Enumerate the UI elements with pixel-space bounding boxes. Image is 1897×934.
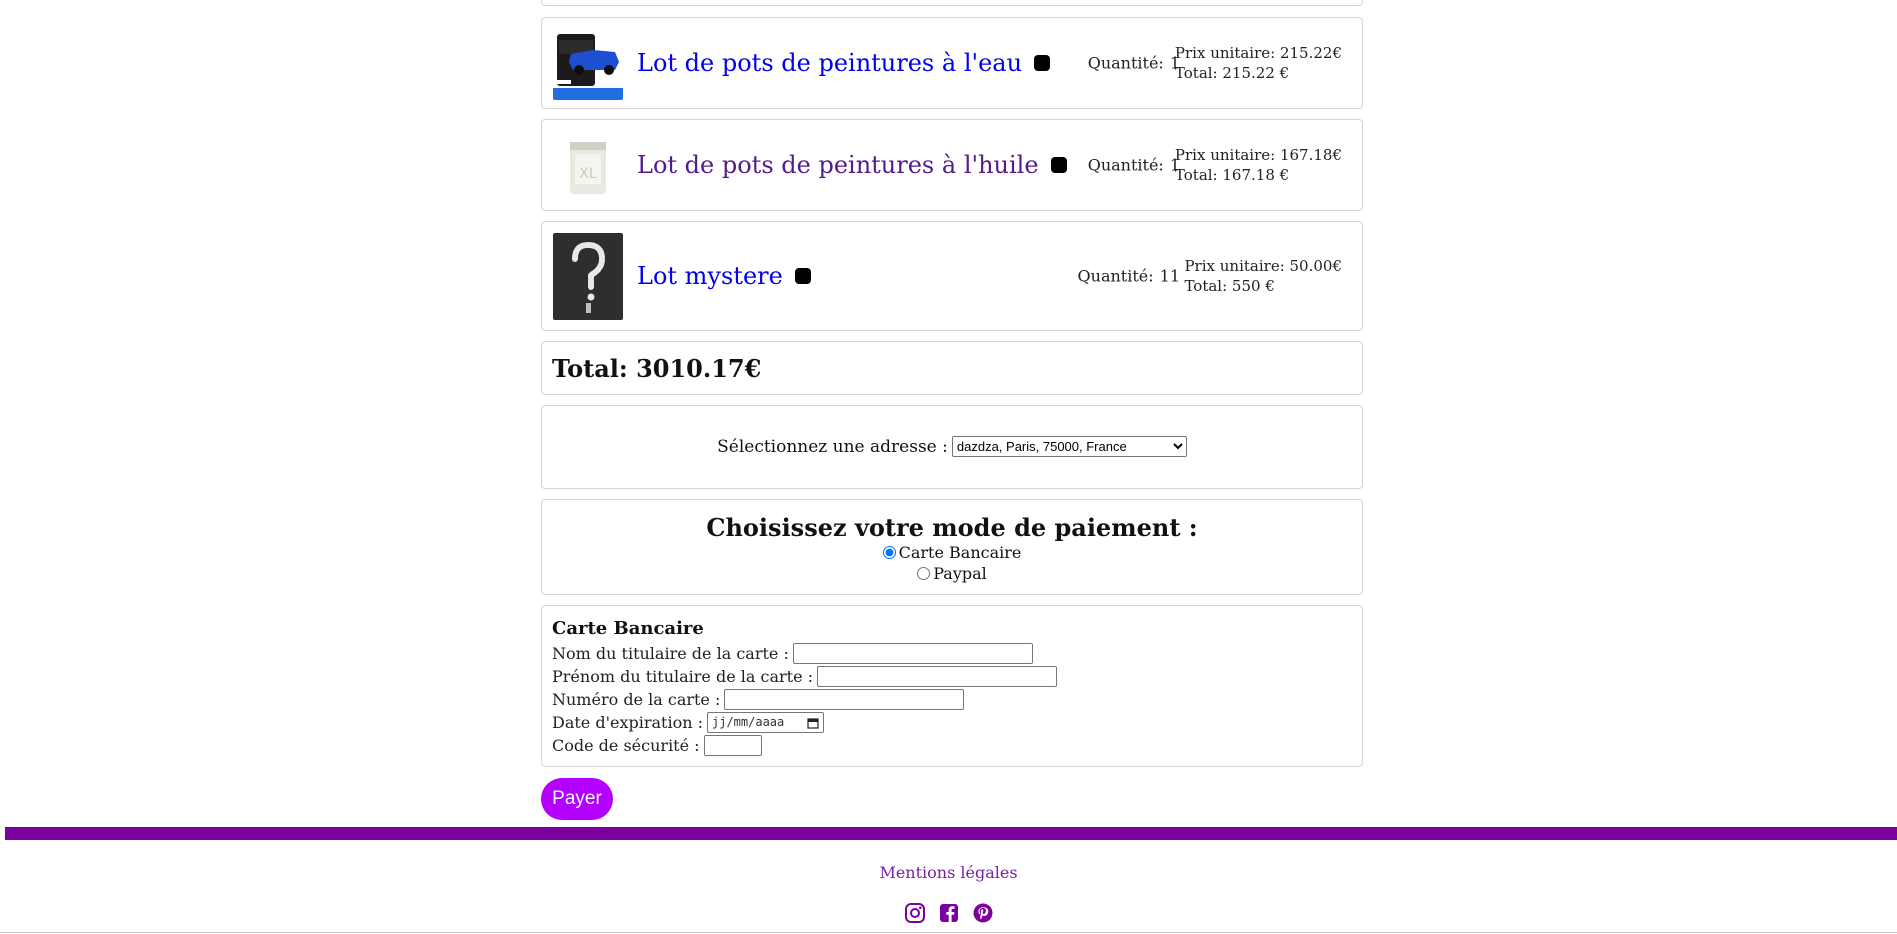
quantity: Quantité: 1 <box>1088 54 1180 73</box>
card-form: Carte Bancaire Nom du titulaire de la ca… <box>541 605 1363 767</box>
unit-price: Prix unitaire: 50.00€ <box>1184 257 1342 275</box>
security-code-label: Code de sécurité : <box>552 736 700 755</box>
legal-mentions-link[interactable]: Mentions légales <box>0 863 1897 882</box>
remove-item-button[interactable] <box>1050 157 1067 173</box>
product-image[interactable]: XL <box>553 132 623 202</box>
holder-firstname-label: Prénom du titulaire de la carte : <box>552 667 814 686</box>
card-form-title: Carte Bancaire <box>552 618 704 639</box>
quantity-label: Quantité: <box>1087 53 1164 73</box>
item-total: Total: 167.18 € <box>1174 166 1290 184</box>
product-image[interactable] <box>553 233 623 320</box>
previous-cart-item <box>541 0 1363 6</box>
page-bottom-border <box>0 932 1897 933</box>
expiry-date-field[interactable]: jj/mm/aaaa <box>707 712 824 733</box>
holder-name-label: Nom du titulaire de la carte : <box>552 644 789 663</box>
cart-total-card: Total: 3010.17€ <box>541 341 1363 395</box>
address-select[interactable]: dazdza, Paris, 75000, France <box>951 436 1187 457</box>
card-number-label: Numéro de la carte : <box>552 690 721 709</box>
facebook-icon[interactable] <box>937 901 961 925</box>
security-code-field[interactable] <box>703 735 762 756</box>
unit-price: Prix unitaire: 167.18€ <box>1174 146 1342 164</box>
cart-item: Lot de pots de peintures à l'eau Quantit… <box>541 17 1363 109</box>
quantity-label: Quantité: <box>1077 266 1154 286</box>
product-name-link[interactable]: Lot de pots de peintures à l'eau <box>637 49 1051 77</box>
item-prices: Prix unitaire: 215.22€ Total: 215.22 € <box>1175 43 1342 83</box>
payment-option-paypal[interactable]: Paypal <box>542 563 1362 584</box>
item-prices: Prix unitaire: 167.18€ Total: 167.18 € <box>1175 145 1342 185</box>
instagram-icon[interactable] <box>903 901 927 925</box>
quantity: Quantité: 1 <box>1088 156 1180 175</box>
payment-option-card[interactable]: Carte Bancaire <box>542 542 1362 563</box>
product-name-link[interactable]: Lot de pots de peintures à l'huile <box>637 151 1067 179</box>
holder-firstname-field[interactable] <box>817 666 1058 687</box>
quantity-value: 11 <box>1159 266 1180 286</box>
item-prices: Prix unitaire: 50.00€ Total: 550 € <box>1184 256 1342 296</box>
footer-bar <box>5 827 1897 840</box>
quantity: Quantité: 11 <box>1078 267 1180 286</box>
expiry-placeholder: jj/mm/aaaa <box>712 715 785 729</box>
grand-total: Total: 3010.17€ <box>552 354 762 383</box>
calendar-icon[interactable] <box>807 717 819 729</box>
product-name-link[interactable]: Lot mystere <box>637 262 811 290</box>
item-total: Total: 215.22 € <box>1174 64 1290 82</box>
card-number-field[interactable] <box>724 689 965 710</box>
remove-item-button[interactable] <box>1034 55 1051 71</box>
payment-method-title: Choisissez votre mode de paiement : <box>706 513 1198 542</box>
paypal-radio[interactable] <box>917 567 931 580</box>
item-total: Total: 550 € <box>1184 277 1275 295</box>
paypal-radio-label: Paypal <box>933 564 987 583</box>
holder-name-field[interactable] <box>792 643 1033 664</box>
pinterest-icon[interactable] <box>971 901 995 925</box>
cart-item: Lot mystere Quantité: 11 Prix unitaire: 5… <box>541 221 1363 331</box>
unit-price: Prix unitaire: 215.22€ <box>1174 44 1342 62</box>
expiry-label: Date d'expiration : <box>552 713 703 732</box>
remove-item-button[interactable] <box>794 268 811 284</box>
cart-item: XL Lot de pots de peintures à l'huile Qu… <box>541 119 1363 211</box>
pay-button[interactable]: Payer <box>541 778 613 820</box>
social-links <box>0 901 1897 925</box>
card-radio-label: Carte Bancaire <box>898 543 1022 562</box>
address-card: Sélectionnez une adresse : dazdza, Paris… <box>541 405 1363 489</box>
address-label: Sélectionnez une adresse : <box>717 436 948 457</box>
product-image[interactable] <box>553 30 623 100</box>
payment-method-card: Choisissez votre mode de paiement : Cart… <box>541 499 1363 595</box>
card-radio[interactable] <box>882 546 896 559</box>
quantity-label: Quantité: <box>1087 155 1164 175</box>
svg-text:XL: XL <box>579 166 597 182</box>
